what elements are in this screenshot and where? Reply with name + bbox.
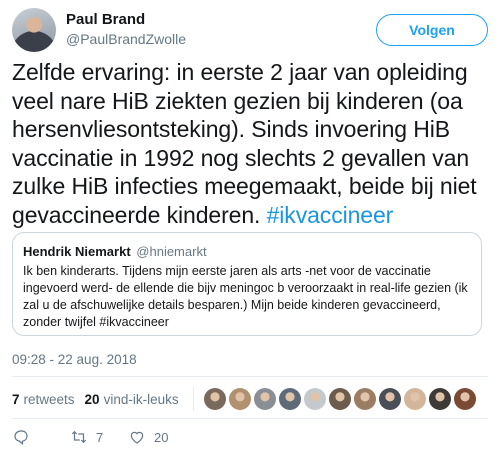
tweet-body: Zelfde ervaring: in eerste 2 jaar van op… [12,59,477,228]
divider [12,376,488,377]
retweet-action[interactable]: 7 [70,428,128,446]
tweet-header: Paul Brand @PaulBrandZwolle Volgen [12,8,488,52]
retweets-stat[interactable]: 7 retweets [12,392,75,407]
author-handle[interactable]: @PaulBrandZwolle [66,31,186,47]
tweet-hashtag-link[interactable]: #ikvaccineer [267,202,394,228]
quoted-tweet-text: Ik ben kinderarts. Tijdens mijn eerste j… [23,264,468,329]
stats-separator [192,387,194,411]
liker-avatar[interactable] [453,388,476,410]
quoted-author-handle: @hniemarkt [136,244,207,259]
liker-avatar[interactable] [428,388,451,410]
liker-avatar[interactable] [228,388,251,410]
liker-avatar[interactable] [278,388,301,410]
follow-button[interactable]: Volgen [376,14,488,46]
divider [12,418,488,419]
liker-avatar[interactable] [353,388,376,410]
liker-avatar[interactable] [203,388,226,410]
tweet-timestamp[interactable]: 09:28 - 22 aug. 2018 [12,352,137,367]
reply-action[interactable] [12,428,70,446]
retweets-label: retweets [23,391,75,407]
liker-avatars [203,388,476,410]
likes-label: vind-ik-leuks [103,391,179,407]
liker-avatar[interactable] [328,388,351,410]
liker-avatar[interactable] [378,388,401,410]
heart-icon [130,431,144,444]
quoted-tweet-author: Hendrik Niemarkt @hniemarkt [23,243,471,260]
liker-avatar[interactable] [403,388,426,410]
quoted-tweet[interactable]: Hendrik Niemarkt @hniemarkt Ik ben kinde… [12,232,482,336]
tweet-text: Zelfde ervaring: in eerste 2 jaar van op… [12,58,494,229]
likes-count: 20 [84,391,100,407]
reply-icon [14,430,28,445]
retweet-count: 7 [96,429,104,445]
author-name[interactable]: Paul Brand [66,11,145,28]
tweet-actions: 7 20 [12,425,186,449]
tweet-stats: 7 retweets 20 vind-ik-leuks [12,384,488,414]
author-avatar[interactable] [12,8,56,52]
liker-avatar[interactable] [253,388,276,410]
like-action[interactable]: 20 [128,428,186,446]
retweet-icon [71,430,87,444]
likes-stat[interactable]: 20 vind-ik-leuks [85,392,179,407]
like-count: 20 [154,429,169,445]
retweets-count: 7 [12,391,20,407]
liker-avatar[interactable] [303,388,326,410]
quoted-author-name: Hendrik Niemarkt [23,244,131,259]
